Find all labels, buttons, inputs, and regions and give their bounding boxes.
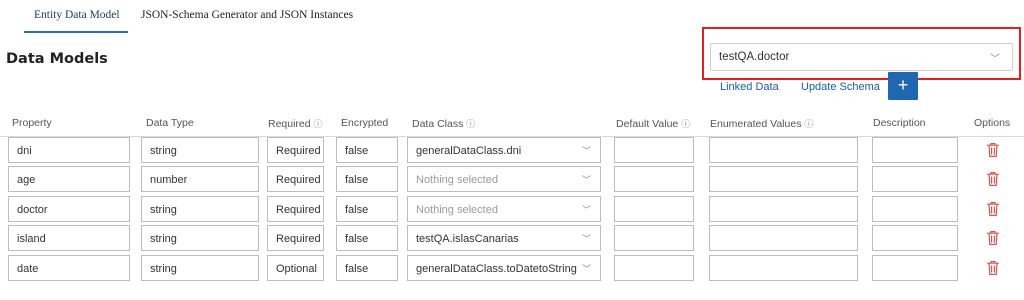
tab-json-schema-generator[interactable]: JSON-Schema Generator and JSON Instances	[141, 9, 353, 21]
property-name-input[interactable]: island	[8, 225, 130, 252]
data-type-field[interactable]: string	[141, 195, 259, 222]
description-input[interactable]	[872, 166, 958, 193]
trash-icon[interactable]	[986, 142, 1000, 158]
table-header: Property Data Type Required ⓘ Encrypted …	[0, 110, 1024, 137]
info-icon: ⓘ	[681, 119, 691, 129]
column-header-property: Property	[12, 117, 52, 129]
page-title: Data Models	[6, 51, 108, 67]
data-type-field[interactable]: string	[141, 137, 259, 163]
default-value-input[interactable]	[614, 254, 694, 281]
encrypted-field[interactable]: false	[336, 137, 398, 163]
enumerated-values-input[interactable]	[709, 137, 858, 163]
chevron-down-icon: ﹀	[990, 54, 1000, 65]
trash-icon[interactable]	[986, 230, 1000, 246]
description-input[interactable]	[872, 195, 958, 222]
chevron-down-icon: ﹀	[581, 175, 591, 186]
property-name-input[interactable]: doctor	[8, 195, 130, 222]
data-class-select-value: generalDataClass.toDatetoString	[416, 262, 577, 275]
data-class-select[interactable]: Nothing selected ﹀	[407, 195, 601, 222]
column-header-required-label: Required	[268, 118, 311, 130]
property-name-input[interactable]: date	[8, 254, 130, 281]
info-icon: ⓘ	[804, 119, 814, 129]
default-value-input[interactable]	[614, 137, 694, 163]
required-field[interactable]: Required	[267, 195, 324, 222]
data-class-select-value: Nothing selected	[416, 203, 498, 216]
data-class-select[interactable]: testQA.islasCanarias ﹀	[407, 225, 601, 252]
trash-icon[interactable]	[986, 171, 1000, 187]
data-class-select[interactable]: Nothing selected ﹀	[407, 166, 601, 193]
table-row: date string Optional false generalDataClass.…	[0, 254, 1024, 284]
required-field[interactable]: Optional	[267, 254, 324, 281]
default-value-input[interactable]	[614, 225, 694, 252]
required-field[interactable]: Required	[267, 225, 324, 252]
required-field[interactable]: Required	[267, 137, 324, 163]
data-class-select-value: generalDataClass.dni	[416, 145, 522, 157]
chevron-down-icon: ﹀	[581, 263, 591, 274]
data-type-field[interactable]: number	[141, 166, 259, 193]
column-header-options: Options	[974, 117, 1011, 129]
chevron-down-icon: ﹀	[581, 234, 591, 245]
table-row: island string Required false testQA.islasCan…	[0, 225, 1024, 254]
chevron-down-icon: ﹀	[581, 204, 591, 215]
column-header-encrypted: Encrypted	[341, 117, 389, 129]
encrypted-field[interactable]: false	[336, 166, 398, 193]
encrypted-field[interactable]: false	[336, 225, 398, 252]
column-header-default-value: Default Value ⓘ	[616, 117, 690, 130]
data-class-select-value: Nothing selected	[416, 174, 498, 187]
property-name-input[interactable]: dni	[8, 137, 130, 163]
enumerated-values-input[interactable]	[709, 225, 858, 252]
data-model-select-value: testQA.doctor	[719, 51, 790, 63]
table-row: doctor string Required false Nothing selecte…	[0, 195, 1024, 225]
column-header-enumerated-values-label: Enumerated Values	[710, 118, 802, 130]
add-property-button[interactable]: +	[888, 72, 918, 100]
description-input[interactable]	[872, 254, 958, 281]
property-name-input[interactable]: age	[8, 166, 130, 193]
tab-entity-data-model[interactable]: Entity Data Model	[34, 9, 120, 21]
required-field[interactable]: Required	[267, 166, 324, 193]
table-row: dni string Required false generalDataClass.d…	[0, 137, 1024, 166]
column-header-required: Required ⓘ	[268, 117, 323, 130]
trash-icon[interactable]	[986, 201, 1000, 217]
data-class-select[interactable]: generalDataClass.toDatetoString ﹀	[407, 254, 601, 281]
enumerated-values-input[interactable]	[709, 166, 858, 193]
column-header-data-class-label: Data Class	[412, 118, 464, 130]
data-type-field[interactable]: string	[141, 254, 259, 281]
enumerated-values-input[interactable]	[709, 254, 858, 281]
data-class-select-value: testQA.islasCanarias	[416, 233, 519, 246]
default-value-input[interactable]	[614, 166, 694, 193]
description-input[interactable]	[872, 137, 958, 163]
column-header-default-value-label: Default Value	[616, 118, 679, 130]
linked-data-link[interactable]: Linked Data	[720, 81, 779, 93]
update-schema-link[interactable]: Update Schema	[801, 81, 880, 93]
column-header-data-class: Data Class ⓘ	[412, 117, 475, 130]
column-header-data-type: Data Type	[146, 117, 194, 129]
column-header-description: Description	[873, 117, 926, 129]
enumerated-values-input[interactable]	[709, 195, 858, 222]
table-row: age number Required false Nothing selected ﹀	[0, 166, 1024, 195]
data-model-select[interactable]: testQA.doctor ﹀	[710, 43, 1013, 71]
info-icon: ⓘ	[313, 119, 323, 129]
data-class-select[interactable]: generalDataClass.dni ﹀	[407, 137, 601, 163]
encrypted-field[interactable]: false	[336, 254, 398, 281]
trash-icon[interactable]	[986, 260, 1000, 276]
data-type-field[interactable]: string	[141, 225, 259, 252]
column-header-enumerated-values: Enumerated Values ⓘ	[710, 117, 813, 130]
default-value-input[interactable]	[614, 195, 694, 222]
encrypted-field[interactable]: false	[336, 195, 398, 222]
info-icon: ⓘ	[466, 119, 476, 129]
chevron-down-icon: ﹀	[581, 146, 591, 156]
active-tab-indicator	[24, 31, 128, 33]
description-input[interactable]	[872, 225, 958, 252]
